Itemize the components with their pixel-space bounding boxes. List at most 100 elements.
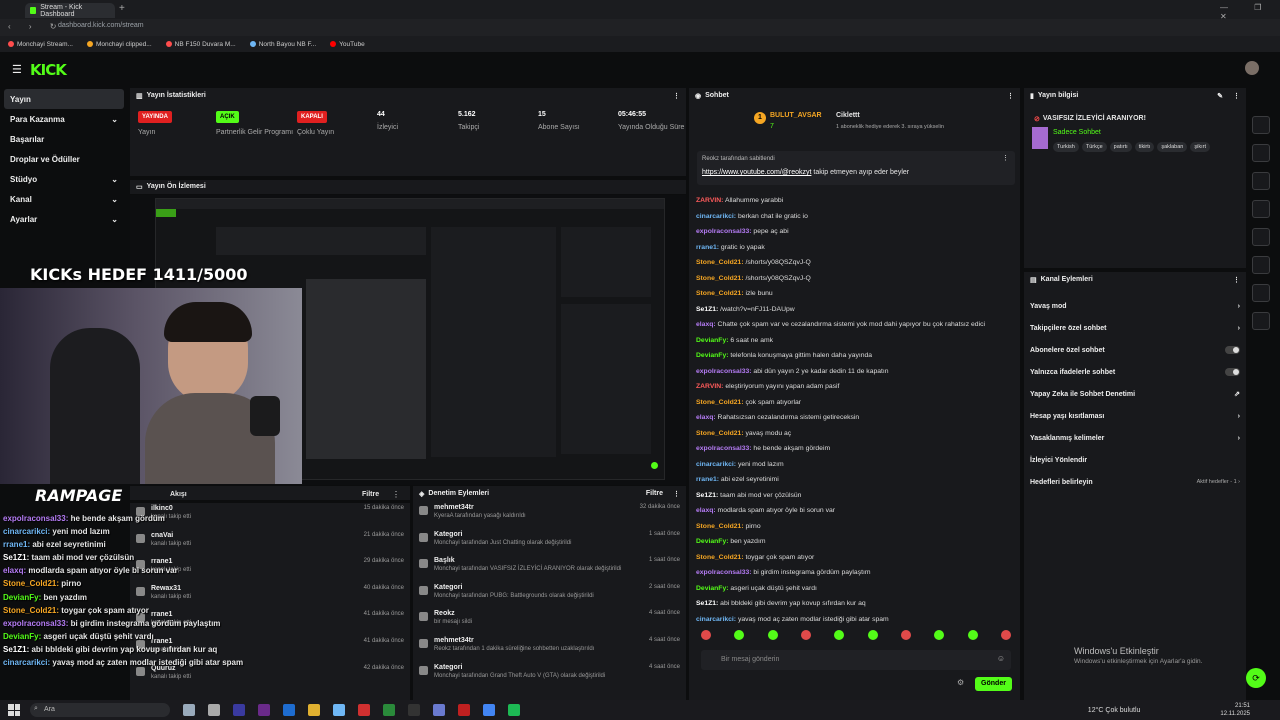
chat-username[interactable]: cinarcarikci: [696, 461, 736, 468]
chat-message[interactable]: DevianFy: asgeri uçak düştü şehit vardı [689, 581, 1020, 597]
clock-date[interactable]: 12.11.2025 [1220, 710, 1250, 718]
chat-message[interactable]: Stone_Cold21: çok spam atıyorlar [689, 395, 1020, 411]
moderation-row[interactable]: Başlık Monchayi tarafından VASIFSIZ İZLEY… [413, 555, 686, 582]
emote-icon[interactable] [867, 630, 878, 640]
chat-username[interactable]: cinarcarikci: [696, 213, 736, 220]
stream-tag[interactable]: şikırt [1190, 142, 1210, 152]
chat-username[interactable]: DevianFy: [696, 337, 728, 344]
chat-username[interactable]: Stone_Cold21: [696, 523, 744, 530]
chat-username[interactable]: Stone_Cold21: [696, 554, 744, 561]
taskbar-app-icon[interactable] [208, 704, 220, 716]
emote-icon[interactable] [767, 630, 778, 640]
taskbar-app-icon[interactable] [258, 704, 270, 716]
emote-icon[interactable] [834, 630, 845, 640]
more-icon[interactable]: ⋮ [1007, 92, 1014, 100]
chat-message[interactable]: expolraconsal33: bi girdim instegrama gö… [689, 565, 1020, 581]
chat-message[interactable]: expolraconsal33: he bende akşam gördeim [689, 441, 1020, 457]
chat-message[interactable]: elaxq: Chatte çok spam var ve cezalandır… [689, 317, 1020, 333]
address-bar[interactable]: ‹ › ↻ dashboard.kick.com/stream [0, 19, 1280, 36]
sidebar-item[interactable]: Para Kazanma ⌄ [4, 109, 124, 129]
chat-username[interactable]: cinarcarikci: [696, 616, 736, 623]
moderation-row[interactable]: mehmet34tr KyeraA tarafından yasağı kaldı… [413, 502, 686, 529]
chat-username[interactable]: elaxq: [696, 321, 716, 328]
emoji-icon[interactable]: ☺ [997, 654, 1005, 663]
chat-message[interactable]: Stone_Cold21: /shorts/y08QSZqvJ-Q [689, 255, 1020, 271]
send-button[interactable]: Gönder [975, 677, 1012, 691]
emote-icon[interactable] [934, 630, 945, 640]
chat-username[interactable]: expolraconsal33: [696, 368, 752, 375]
pinned-message[interactable]: Reokz tarafından sabitlendi https://www.… [697, 151, 1015, 185]
stream-tag[interactable]: Türkçe [1081, 142, 1107, 152]
rail-shortcut-icon[interactable] [1252, 256, 1270, 274]
more-icon[interactable]: ⋮ [1233, 276, 1240, 284]
chat-username[interactable]: ZARVIN: [696, 383, 723, 390]
taskbar-app-icon[interactable] [233, 704, 245, 716]
bookmark-item[interactable]: Monchayi clipped... [87, 41, 152, 48]
avatar[interactable] [1245, 61, 1259, 75]
chat-message[interactable]: DevianFy: ben yazdım [689, 534, 1020, 550]
taskbar-app-icon[interactable] [383, 704, 395, 716]
sidebar-item[interactable]: Stüdyo ⌄ [4, 169, 124, 189]
taskbar-app-icon[interactable] [483, 704, 495, 716]
chat-username[interactable]: Stone_Cold21: [696, 275, 744, 282]
taskbar-app-icon[interactable] [333, 704, 345, 716]
stream-tag[interactable]: tikirtı [1134, 142, 1155, 152]
chat-message[interactable]: DevianFy: 6 saat ne amk [689, 333, 1020, 349]
chat-message[interactable]: Stone_Cold21: /shorts/y08QSZqvJ-Q [689, 271, 1020, 287]
more-icon[interactable]: ⋮ [673, 92, 680, 100]
channel-action-item[interactable]: İzleyici Yönlendir [1024, 449, 1246, 471]
channel-action-item[interactable]: Hesap yaşı kısıtlaması › [1024, 405, 1246, 427]
chat-message[interactable]: Stone_Cold21: yavaş modu aç [689, 426, 1020, 442]
rail-shortcut-icon[interactable] [1252, 200, 1270, 218]
chat-username[interactable]: Se1Z1: [696, 306, 718, 313]
sidebar-item[interactable]: Yayın [4, 89, 124, 109]
chat-username[interactable]: expolraconsal33: [696, 569, 752, 576]
moderation-filter-button[interactable]: Filtre [646, 490, 663, 498]
chat-username[interactable]: expolraconsal33: [696, 445, 752, 452]
toggle-switch[interactable] [1225, 368, 1240, 376]
chat-message[interactable]: ZARVIN: eleştiriyorum yayını yapan adam … [689, 379, 1020, 395]
chat-message[interactable]: expolraconsal33: abi dün yayın 2 ye kada… [689, 364, 1020, 380]
emote-icon[interactable] [800, 630, 811, 640]
sidebar-item[interactable]: Kanal ⌄ [4, 189, 124, 209]
chat-bubble-icon[interactable]: ⟳ [1246, 668, 1266, 688]
sidebar-item[interactable]: Ayarlar ⌄ [4, 209, 124, 229]
moderation-row[interactable]: Kategori Monchayi tarafından Just Chattin… [413, 529, 686, 556]
chat-message[interactable]: elaxq: Rahatsızsan cezalandırma sistemi … [689, 410, 1020, 426]
chat-username[interactable]: Se1Z1: [696, 492, 718, 499]
sidebar-item[interactable]: Droplar ve Ödüller [4, 149, 124, 169]
chat-message[interactable]: expolraconsal33: pepe aç abi [689, 224, 1020, 240]
chat-input[interactable]: Bir mesaj gönderin ☺ [701, 650, 1011, 670]
chat-username[interactable]: expolraconsal33: [696, 228, 752, 235]
chat-username[interactable]: Stone_Cold21: [696, 430, 744, 437]
chat-username[interactable]: ZARVIN: [696, 197, 723, 204]
top-gifter-name[interactable]: BULUT_AVSAR [770, 112, 822, 119]
chat-username[interactable]: DevianFy: [696, 538, 728, 545]
chat-username[interactable]: Se1Z1: [696, 600, 718, 607]
new-tab-icon[interactable]: + [119, 3, 125, 14]
channel-action-item[interactable]: Yapay Zeka ile Sohbet Denetimi ⇗ [1024, 383, 1246, 405]
pinned-link[interactable]: https://www.youtube.com/@reokzyt [702, 169, 811, 176]
more-icon[interactable]: ⋮ [673, 490, 680, 498]
emote-icon[interactable] [734, 630, 745, 640]
clock-time[interactable]: 21:51 [1220, 702, 1250, 710]
kick-logo[interactable]: KICK [30, 61, 67, 79]
stream-tag[interactable]: Turkish [1053, 142, 1079, 152]
browser-tab[interactable]: Stream - Kick Dashboard [25, 3, 115, 18]
stream-tag[interactable]: şaklaban [1157, 142, 1188, 152]
chat-message[interactable]: Stone_Cold21: pirno [689, 519, 1020, 535]
chat-message[interactable]: Se1Z1: /watch?v=nFJ11-DAUpw [689, 302, 1020, 318]
chat-message[interactable]: ZARVIN: Allahumme yarabbi [689, 193, 1020, 209]
taskbar-app-icon[interactable] [458, 704, 470, 716]
emote-icon[interactable] [967, 630, 978, 640]
chat-message[interactable]: rrane1: abi ezel seyretinimi [689, 472, 1020, 488]
rail-shortcut-icon[interactable] [1252, 172, 1270, 190]
activity-more-icon[interactable]: ⋮ [392, 490, 400, 499]
bookmark-item[interactable]: Monchayi Stream... [8, 41, 73, 48]
chat-message[interactable]: cinarcarikci: berkan chat ile gratic io [689, 209, 1020, 225]
menu-icon[interactable]: ☰ [12, 63, 22, 76]
rail-shortcut-icon[interactable] [1252, 116, 1270, 134]
chat-message[interactable]: Stone_Cold21: izle bunu [689, 286, 1020, 302]
url-text[interactable]: dashboard.kick.com/stream [58, 22, 144, 29]
emote-row[interactable] [701, 630, 1011, 642]
